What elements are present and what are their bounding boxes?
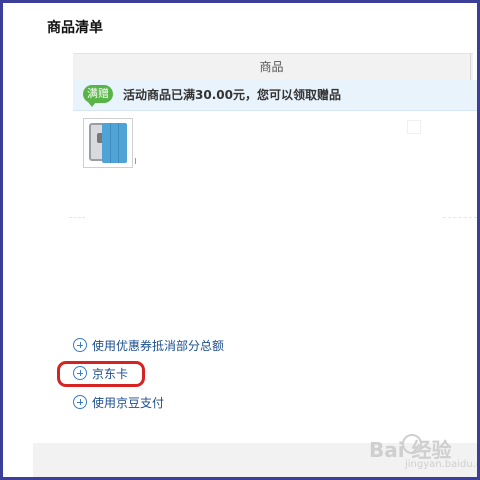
product-detail-mark [135, 158, 136, 164]
row-divider-right [443, 217, 477, 219]
table-header: 商品 [73, 53, 473, 81]
smart-cover-image [102, 123, 127, 163]
plus-circle-icon [73, 395, 87, 409]
section-title: 商品清单 [47, 20, 103, 36]
product-thumbnail[interactable] [83, 118, 133, 168]
screenshot-frame: 商品清单 商品 满赠 活动商品已满30.00元，您可以领取赠品 使用优惠券抵消部… [0, 0, 480, 480]
row-divider-left [69, 217, 85, 219]
column-header-product: 商品 [73, 54, 471, 80]
promo-banner: 满赠 活动商品已满30.00元，您可以领取赠品 [73, 80, 477, 111]
highlight-annotation [57, 361, 145, 387]
paw-logo-icon [402, 434, 422, 454]
promo-text: 活动商品已满30.00元，您可以领取赠品 [123, 88, 341, 102]
option-coupon-label: 使用优惠券抵消部分总额 [92, 339, 225, 353]
gift-badge: 满赠 [83, 85, 113, 107]
row-checkbox[interactable] [407, 120, 421, 134]
baidu-jingyan-watermark: Bai 经验 jingyan.baidu.com [369, 428, 477, 472]
plus-circle-icon [73, 338, 87, 352]
option-coupon[interactable]: 使用优惠券抵消部分总额 [73, 337, 224, 355]
option-jingdou-label: 使用京豆支付 [92, 396, 165, 410]
watermark-url: jingyan.baidu.com [405, 459, 477, 470]
option-jingdou[interactable]: 使用京豆支付 [73, 394, 164, 412]
